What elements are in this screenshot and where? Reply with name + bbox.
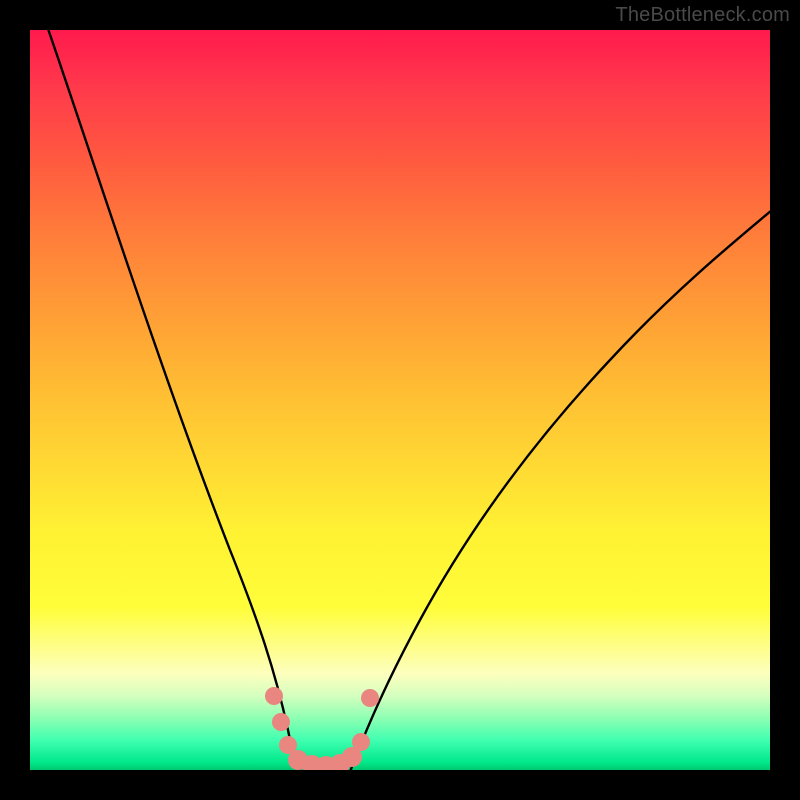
chart-frame: TheBottleneck.com xyxy=(0,0,800,800)
plot-area xyxy=(30,30,770,770)
marker-dot xyxy=(352,733,370,751)
marker-dot xyxy=(265,687,283,705)
bottom-marker-group xyxy=(265,687,379,770)
curve-layer xyxy=(30,30,770,770)
marker-dot xyxy=(272,713,290,731)
watermark-text: TheBottleneck.com xyxy=(615,4,790,27)
marker-dot xyxy=(361,689,379,707)
left-branch-curve xyxy=(45,30,300,770)
right-branch-curve xyxy=(350,210,770,770)
